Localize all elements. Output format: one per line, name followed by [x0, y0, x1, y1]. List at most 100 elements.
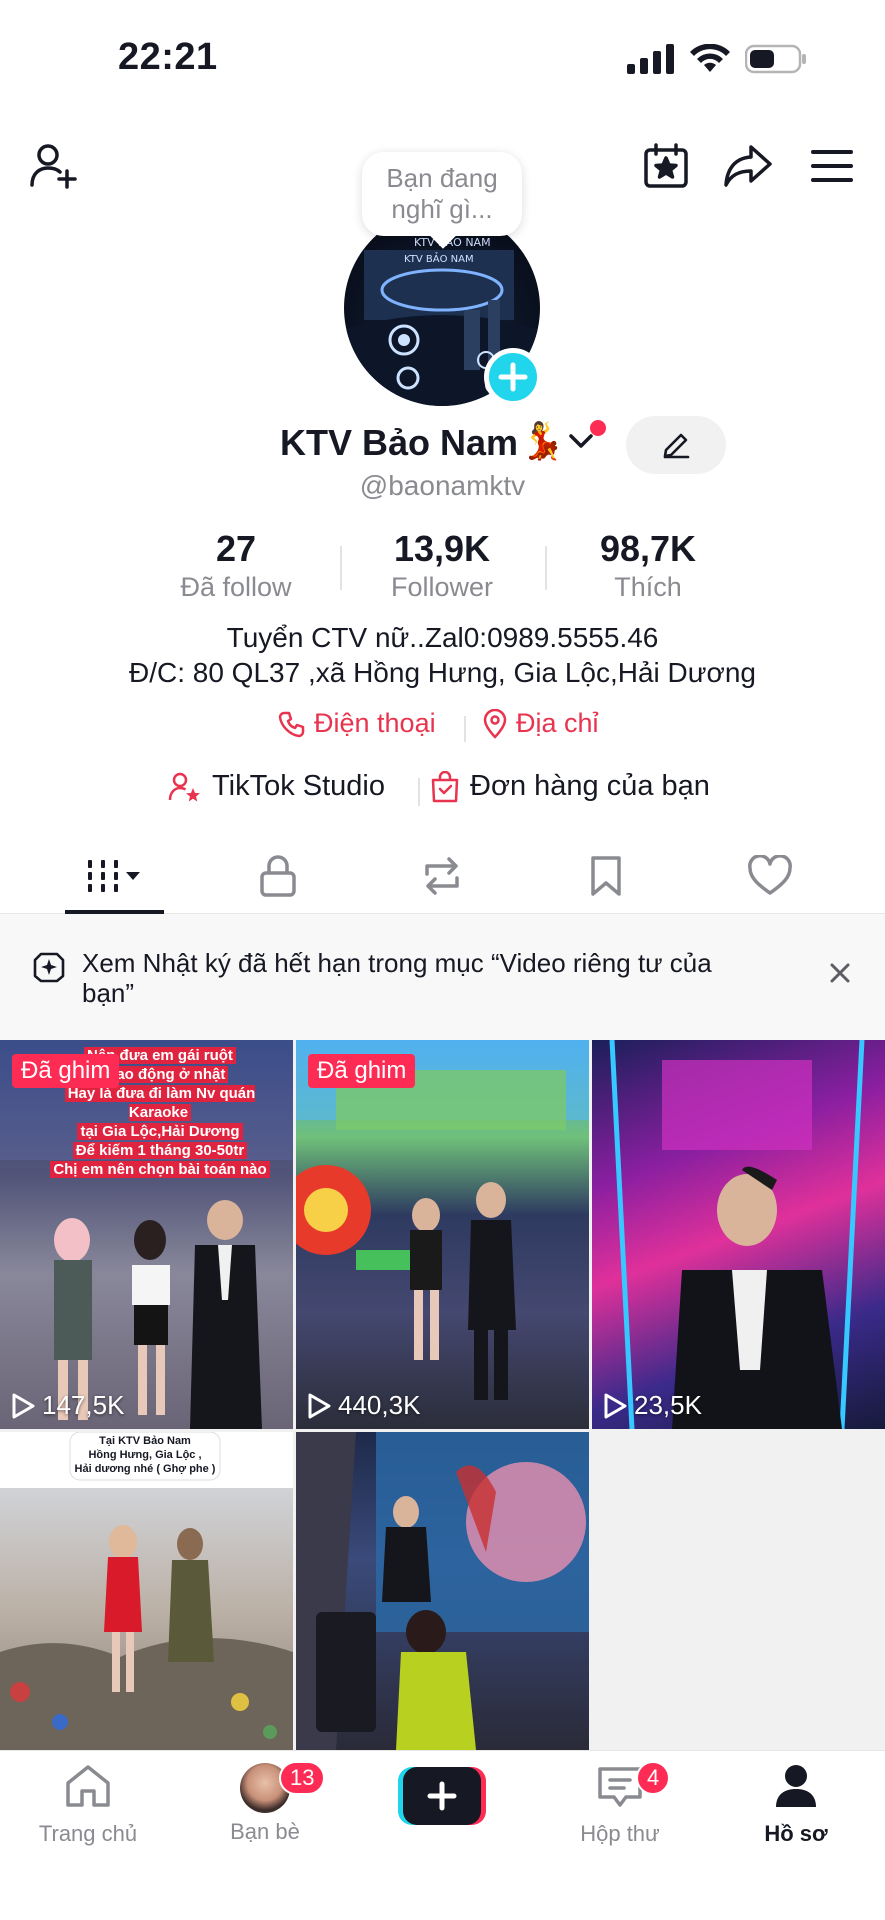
stat-likes[interactable]: 98,7K Thích — [568, 528, 728, 604]
display-name: KTV Bảo Nam — [280, 422, 519, 463]
video-thumbnail[interactable] — [296, 1432, 589, 1750]
view-count-label: 440,3K — [338, 1390, 421, 1420]
phone-label: Điện thoại — [314, 708, 436, 738]
tool-divider — [418, 778, 420, 806]
repost-icon — [425, 857, 459, 895]
view-count-label: 147,5K — [42, 1390, 125, 1420]
caption-line: Để kiếm 1 tháng 30-50tr — [72, 1142, 248, 1159]
name-row: KTV Bảo Nam 💃 — [0, 416, 885, 474]
caption-line: Chị em nên chọn bài toán nào — [50, 1161, 270, 1178]
add-friend-icon[interactable] — [24, 136, 84, 196]
orders-label: Đơn hàng của bạn — [470, 770, 710, 802]
tab-liked[interactable] — [720, 840, 820, 912]
stat-value: 13,9K — [393, 528, 491, 569]
content-tabs — [0, 840, 885, 914]
video-thumbnail[interactable]: Đã ghim 440,3K — [296, 1040, 589, 1429]
home-icon — [66, 1765, 110, 1807]
stat-value: 98,7K — [599, 528, 697, 569]
grid-icon — [88, 860, 140, 892]
video-caption-overlay: Tại KTV Bảo Nam Hồng Hưng, Gia Lộc , Hải… — [70, 1434, 220, 1476]
heart-icon — [748, 855, 792, 895]
stat-label: Follower — [390, 572, 494, 602]
close-icon[interactable] — [825, 958, 855, 988]
profile-icon — [776, 1765, 816, 1807]
caption-line: Hải dương nhé ( Ghợ phe ) — [74, 1463, 216, 1475]
stat-divider — [545, 546, 547, 590]
chevron-down-icon[interactable] — [566, 426, 596, 456]
tab-reposts[interactable] — [392, 840, 492, 912]
user-star-icon — [168, 772, 200, 801]
create-video-button[interactable] — [398, 1767, 486, 1825]
phone-icon — [278, 711, 305, 737]
play-icon — [12, 1393, 35, 1418]
signal-icon — [627, 44, 674, 74]
link-divider — [464, 716, 466, 742]
pinned-badge: Đã ghim — [12, 1054, 120, 1088]
stat-label: Thích — [614, 572, 682, 602]
video-thumbnail[interactable]: 23,5K — [592, 1040, 885, 1429]
status-icons — [627, 44, 807, 74]
stat-followers[interactable]: 13,9K Follower — [362, 528, 522, 604]
wifi-icon — [690, 44, 730, 72]
nav-friends[interactable]: 13 Bạn bè — [195, 1761, 335, 1845]
nav-friends-label: Bạn bè — [230, 1819, 300, 1844]
view-count: 23,5K — [602, 1390, 702, 1421]
inbox-badge: 4 — [636, 1761, 671, 1795]
thought-bubble[interactable]: Bạn đang nghĩ gì... — [362, 152, 522, 236]
share-icon[interactable] — [718, 136, 778, 196]
address-link[interactable]: Địa chỉ — [482, 708, 599, 739]
nav-inbox-label: Hộp thư — [580, 1821, 660, 1846]
bookmark-icon — [591, 856, 621, 896]
stat-value: 27 — [215, 528, 257, 569]
status-time: 22:21 — [118, 36, 218, 78]
bottom-navigation: Trang chủ 13 Bạn bè 4 Hộp thư Hồ sơ — [0, 1750, 885, 1920]
calendar-star-icon[interactable] — [636, 136, 696, 196]
play-icon — [308, 1393, 331, 1418]
notice-text: Xem Nhật ký đã hết hạn trong mục “Video … — [82, 948, 712, 1008]
sparkle-box-icon — [33, 952, 65, 983]
address-label: Địa chỉ — [516, 708, 599, 738]
phone-link[interactable]: Điện thoại — [278, 708, 436, 739]
lock-icon — [260, 855, 296, 897]
status-bar: 22:21 — [0, 0, 885, 120]
avatar-sign-2: KTV BẢO NAM — [404, 251, 474, 265]
nav-home[interactable]: Trang chủ — [18, 1763, 158, 1847]
pinned-badge: Đã ghim — [308, 1054, 416, 1088]
username: @baonamktv — [359, 470, 526, 501]
orders-button[interactable]: Đơn hàng của bạn — [430, 770, 710, 803]
name-emoji: 💃 — [520, 420, 565, 461]
bio-line: Đ/C: 80 QL37 ,xã Hồng Hưng, Gia Lộc,Hải … — [128, 657, 757, 688]
plus-icon — [498, 362, 528, 392]
video-thumbnail[interactable]: Nên đưa em gái ruột đi lao động ở nhật H… — [0, 1040, 293, 1429]
nav-inbox[interactable]: 4 Hộp thư — [550, 1761, 690, 1847]
view-count: 147,5K — [10, 1390, 124, 1421]
play-icon — [604, 1393, 627, 1418]
creator-tools: TikTok Studio Đơn hàng của bạn — [0, 770, 885, 814]
edit-profile-button[interactable] — [626, 416, 726, 474]
video-thumbnail[interactable]: Tại KTV Bảo Nam Hồng Hưng, Gia Lộc , Hải… — [0, 1432, 293, 1750]
tiktok-studio-button[interactable]: TikTok Studio — [168, 770, 385, 803]
stat-following[interactable]: 27 Đã follow — [156, 528, 316, 604]
battery-icon — [745, 44, 806, 74]
tab-videos[interactable] — [65, 840, 165, 912]
bio: Tuyển CTV nữ..Zal0:0989.5555.46 Đ/C: 80 … — [0, 620, 885, 690]
caption-line: Tại KTV Bảo Nam — [99, 1435, 191, 1447]
expired-stories-notice[interactable]: Xem Nhật ký đã hết hạn trong mục “Video … — [0, 914, 885, 1040]
video-grid: Nên đưa em gái ruột đi lao động ở nhật H… — [0, 1040, 885, 1750]
menu-icon[interactable] — [802, 136, 862, 196]
caption-line: Hay là đưa đi làm Nv quán Karaoke — [64, 1085, 256, 1121]
nav-profile-label: Hồ sơ — [764, 1821, 828, 1846]
location-pin-icon — [483, 708, 507, 739]
view-count-label: 23,5K — [634, 1390, 702, 1420]
view-count: 440,3K — [306, 1390, 420, 1421]
friends-badge: 13 — [279, 1761, 326, 1795]
tab-saved[interactable] — [556, 840, 656, 912]
stat-label: Đã follow — [180, 572, 292, 602]
add-story-button[interactable] — [484, 348, 542, 406]
pencil-icon — [663, 433, 690, 459]
stat-divider — [340, 546, 342, 590]
nav-profile[interactable]: Hồ sơ — [726, 1763, 866, 1847]
tab-private[interactable] — [228, 840, 328, 912]
caption-line: tại Gia Lộc,Hải Dương — [77, 1123, 243, 1140]
tiktok-studio-label: TikTok Studio — [212, 770, 385, 802]
